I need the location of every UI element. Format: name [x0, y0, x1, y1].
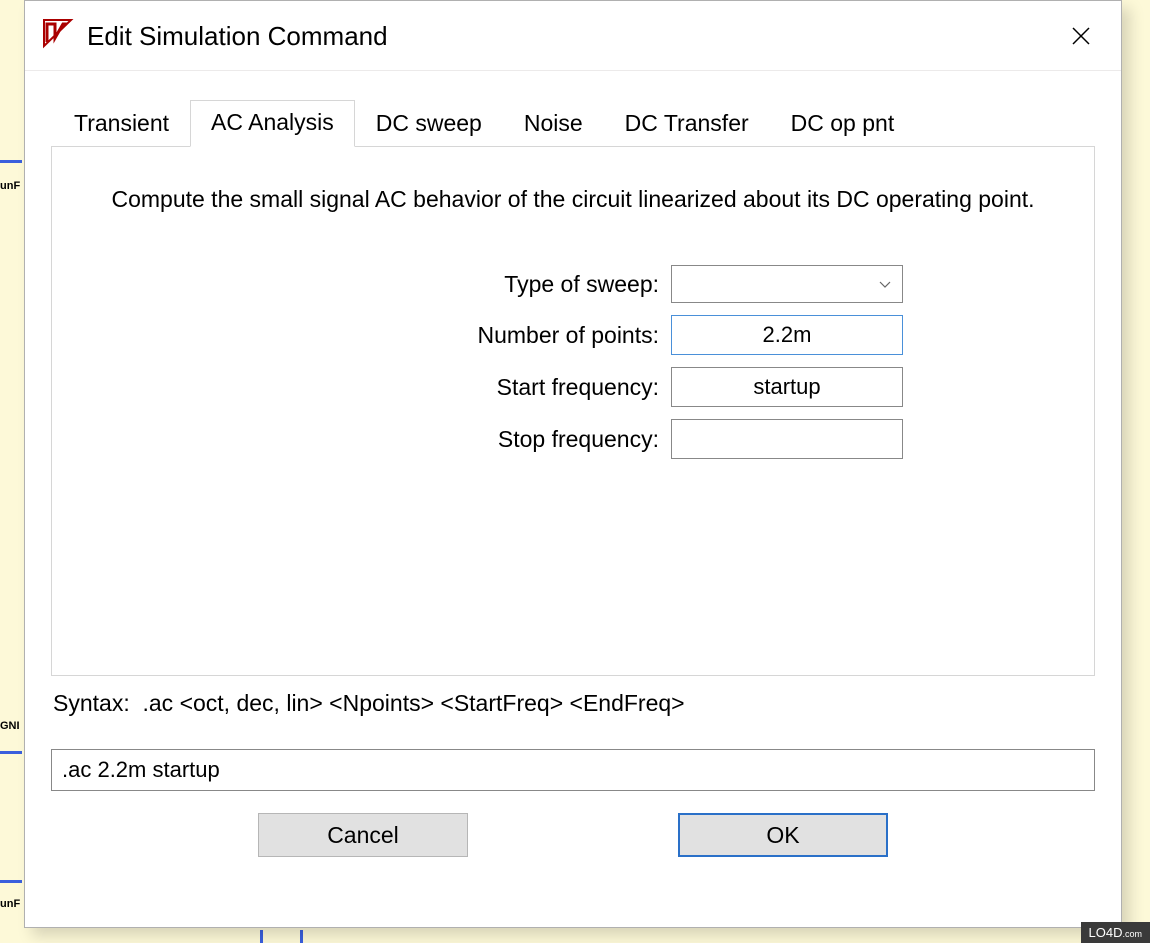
watermark-brand: LO4D	[1089, 925, 1123, 940]
close-button[interactable]	[1051, 14, 1111, 58]
tab-strip: Transient AC Analysis DC sweep Noise DC …	[53, 99, 1095, 146]
start-frequency-input[interactable]	[671, 367, 903, 407]
number-of-points-input[interactable]	[671, 315, 903, 355]
tab-dc-op-pnt[interactable]: DC op pnt	[770, 101, 916, 147]
close-icon	[1071, 26, 1091, 46]
start-frequency-label: Start frequency:	[243, 374, 663, 401]
cancel-button[interactable]: Cancel	[258, 813, 468, 857]
syntax-label: Syntax:	[53, 690, 130, 716]
watermark-suffix: .com	[1122, 929, 1142, 939]
ok-button[interactable]: OK	[678, 813, 888, 857]
chevron-down-icon	[878, 277, 892, 291]
ac-analysis-form: Type of sweep: Number of points:	[92, 265, 1054, 459]
dialog-title: Edit Simulation Command	[75, 19, 1051, 52]
tab-ac-analysis[interactable]: AC Analysis	[190, 100, 355, 147]
tab-transient[interactable]: Transient	[53, 101, 190, 147]
watermark-badge: LO4D.com	[1081, 922, 1150, 943]
type-of-sweep-select[interactable]	[671, 265, 903, 303]
dialog-body: Transient AC Analysis DC sweep Noise DC …	[25, 71, 1121, 867]
tab-noise[interactable]: Noise	[503, 101, 604, 147]
stop-frequency-label: Stop frequency:	[243, 426, 663, 453]
edit-simulation-command-dialog: Edit Simulation Command Transient AC Ana…	[24, 0, 1122, 928]
ac-analysis-description: Compute the small signal AC behavior of …	[92, 183, 1054, 265]
stop-frequency-input[interactable]	[671, 419, 903, 459]
command-line-input[interactable]	[51, 749, 1095, 791]
app-icon	[41, 16, 75, 56]
tab-dc-sweep[interactable]: DC sweep	[355, 101, 503, 147]
tab-dc-transfer[interactable]: DC Transfer	[604, 101, 770, 147]
dialog-buttons: Cancel OK	[51, 813, 1095, 857]
type-of-sweep-label: Type of sweep:	[243, 271, 663, 298]
tab-panel-ac-analysis: Compute the small signal AC behavior of …	[51, 146, 1095, 676]
number-of-points-label: Number of points:	[243, 322, 663, 349]
syntax-hint: Syntax: .ac <oct, dec, lin> <Npoints> <S…	[51, 676, 1095, 717]
syntax-text: .ac <oct, dec, lin> <Npoints> <StartFreq…	[143, 690, 685, 716]
titlebar: Edit Simulation Command	[25, 1, 1121, 71]
